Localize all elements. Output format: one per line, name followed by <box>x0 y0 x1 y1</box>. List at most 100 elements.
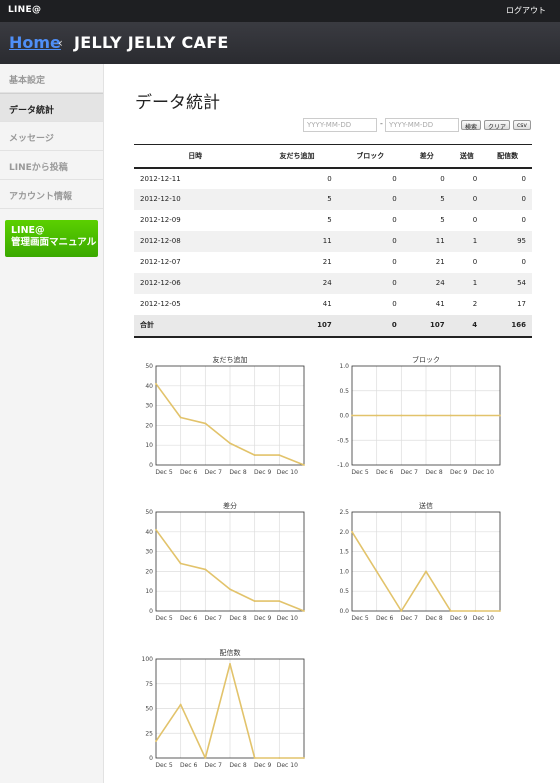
total-value: 107 <box>256 314 338 338</box>
data-point <box>155 740 157 743</box>
chart-deliveries: 配信数 0 25 50 75 100 Dec 5 Dec 6 Dec 7 Dec 8 Dec 9 De… <box>126 645 326 775</box>
home-link[interactable]: Home <box>9 33 61 52</box>
sidebar-item-statistics[interactable]: データ統計 <box>0 93 103 122</box>
x-tick-label: Dec 9 <box>254 762 272 769</box>
sidebar-item-messages[interactable]: メッセージ <box>0 122 103 151</box>
table-row: 2012-12-08 11 0 11 1 95 <box>134 230 532 252</box>
sidebar-item-post-from-line[interactable]: LINEから投稿 <box>0 151 103 180</box>
total-label: 合計 <box>134 314 257 338</box>
y-tick-label: 10 <box>145 588 153 595</box>
date-to-input[interactable]: YYYY-MM-DD <box>385 118 459 132</box>
x-tick-label: Dec 5 <box>155 469 173 476</box>
chart-sent: 送信 0.0 0.5 1.0 1.5 2.0 2.5 Dec 5 Dec 6 Dec 7 Dec 8… <box>322 498 522 628</box>
data-point <box>303 757 305 759</box>
x-tick-label: Dec 8 <box>229 615 247 622</box>
search-button[interactable]: 検索 <box>461 120 482 131</box>
x-tick-label: Dec 7 <box>205 762 223 769</box>
x-tick-label: Dec 6 <box>180 762 198 769</box>
y-tick-label: 0 <box>149 462 153 469</box>
row-value: 0 <box>450 188 484 210</box>
x-tick-label: Dec 9 <box>450 469 468 476</box>
table-header-row: 日時 友だち追加 ブロック 差分 送信 配信数 <box>134 144 532 169</box>
chart-friends-added: 友だち追加 0 10 20 30 40 50 Dec 5 Dec 6 Dec 7 Dec 8 Dec … <box>126 352 326 482</box>
x-tick-label: Dec 10 <box>277 762 298 769</box>
data-point <box>278 454 281 456</box>
logout-link[interactable]: ログアウト <box>506 5 546 16</box>
x-tick-label: Dec 7 <box>401 469 419 476</box>
column-header: 配信数 <box>483 144 532 169</box>
y-tick-label: -0.5 <box>337 437 349 444</box>
row-value: 11 <box>402 230 451 252</box>
y-tick-label: 50 <box>145 509 153 516</box>
x-tick-label: Dec 10 <box>473 615 494 622</box>
y-tick-label: 2.0 <box>339 529 349 536</box>
data-point <box>229 588 231 591</box>
data-point <box>375 570 378 573</box>
main-content: データ統計 YYYY-MM-DD - YYYY-MM-DD 検索 クリア csv… <box>104 64 560 783</box>
x-tick-label: Dec 7 <box>205 615 223 622</box>
sidebar-item-basic-settings[interactable]: 基本設定 <box>0 64 103 93</box>
table-row: 2012-12-07 21 0 21 0 0 <box>134 252 532 273</box>
x-tick-label: Dec 9 <box>254 615 272 622</box>
row-date: 2012-12-10 <box>134 188 257 210</box>
row-value: 0 <box>327 174 332 183</box>
table-row: 2012-12-10 5 0 5 0 0 <box>134 188 532 210</box>
table-row: 2012-12-05 41 0 41 2 17 <box>134 294 532 315</box>
clear-button[interactable]: クリア <box>484 120 511 131</box>
date-range-dash: - <box>380 119 383 128</box>
x-tick-label: Dec 6 <box>376 469 394 476</box>
data-point <box>204 568 207 571</box>
data-point <box>179 562 182 565</box>
row-date: 2012-12-08 <box>134 230 257 252</box>
row-value: 0 <box>440 174 445 183</box>
data-point <box>351 530 353 533</box>
row-value: 24 <box>256 272 338 294</box>
column-header: 送信 <box>450 144 484 169</box>
date-from-input[interactable]: YYYY-MM-DD <box>303 118 377 132</box>
x-tick-label: Dec 7 <box>401 615 419 622</box>
total-value: 166 <box>483 314 532 338</box>
row-value: 0 <box>337 272 403 294</box>
data-point <box>351 414 353 417</box>
data-point <box>400 414 403 417</box>
chart-title: 送信 <box>419 501 433 510</box>
column-header: 差分 <box>402 144 451 169</box>
data-point <box>253 600 256 602</box>
manual-button[interactable]: LINE@ 管理画面マニュアル <box>5 220 98 257</box>
row-value: 1 <box>450 272 484 294</box>
y-tick-label: 50 <box>145 706 153 713</box>
data-point <box>155 382 157 385</box>
x-tick-label: Dec 10 <box>473 469 494 476</box>
y-tick-label: 0.5 <box>339 588 349 595</box>
csv-button[interactable]: csv <box>513 120 531 130</box>
row-value: 0 <box>392 174 397 183</box>
page-header: Home ‹ JELLY JELLY CAFE <box>0 22 560 64</box>
x-tick-label: Dec 10 <box>277 469 298 476</box>
data-point <box>400 610 403 612</box>
x-tick-label: Dec 5 <box>155 762 173 769</box>
x-tick-label: Dec 8 <box>229 762 247 769</box>
row-value: 1 <box>450 230 484 252</box>
row-value: 0 <box>472 258 478 266</box>
chart-blocks: ブロック -1.0 -0.5 0.0 0.5 1.0 Dec 5 Dec 6 Dec 7 Dec … <box>322 352 522 482</box>
row-value: 11 <box>256 230 338 252</box>
row-value: 5 <box>327 216 332 224</box>
data-point <box>179 416 182 419</box>
data-point <box>204 757 207 759</box>
data-point <box>499 610 501 612</box>
sidebar-item-account-info[interactable]: アカウント情報 <box>0 180 103 209</box>
total-value: 107 <box>402 314 451 338</box>
data-point <box>179 703 182 706</box>
data-point <box>375 414 378 417</box>
y-tick-label: 100 <box>142 656 154 663</box>
table-row: 2012-12-11 0 0 0 0 0 <box>134 168 532 189</box>
y-tick-label: 0.0 <box>339 608 349 615</box>
y-tick-label: 1.0 <box>339 363 349 370</box>
data-point <box>278 757 281 759</box>
row-value: 95 <box>483 230 532 252</box>
data-point <box>499 414 501 417</box>
y-tick-label: 0.0 <box>339 413 349 420</box>
sidebar: 基本設定 データ統計 メッセージ LINEから投稿 アカウント情報 LINE@ … <box>0 64 104 783</box>
row-value: 0 <box>337 230 403 252</box>
data-point <box>449 414 452 417</box>
